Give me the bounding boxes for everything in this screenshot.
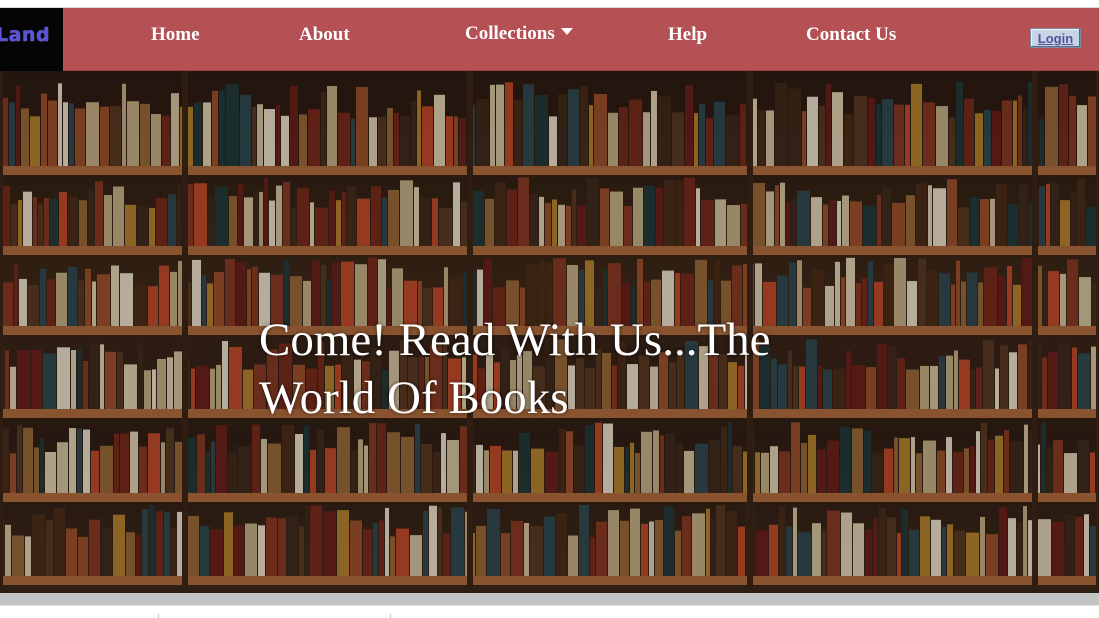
login-button[interactable]: Login bbox=[1030, 28, 1081, 48]
nav-collections-dropdown[interactable]: Collections bbox=[465, 23, 573, 45]
hero-title: Come! Read With Us...The World Of Books bbox=[259, 314, 771, 424]
nav-help-link[interactable]: Help bbox=[668, 24, 707, 46]
nav-contact-us-link[interactable]: Contact Us bbox=[806, 24, 896, 46]
top-border bbox=[0, 0, 1099, 8]
nav-collections-label: Collections bbox=[465, 23, 555, 44]
logo-text: Land bbox=[0, 24, 51, 46]
navbar: Land Home About Collections Help Contact… bbox=[0, 8, 1099, 71]
hero-banner: Come! Read With Us...The World Of Books bbox=[0, 71, 1099, 593]
nav-about-link[interactable]: About bbox=[299, 24, 350, 46]
divider-tick bbox=[158, 614, 159, 618]
bottom-border bbox=[0, 605, 1099, 618]
bottom-band bbox=[0, 593, 1099, 605]
nav-home-link[interactable]: Home bbox=[151, 24, 200, 46]
caret-down-icon bbox=[560, 28, 573, 35]
site-logo[interactable]: Land bbox=[0, 8, 63, 71]
divider-tick bbox=[390, 614, 391, 618]
